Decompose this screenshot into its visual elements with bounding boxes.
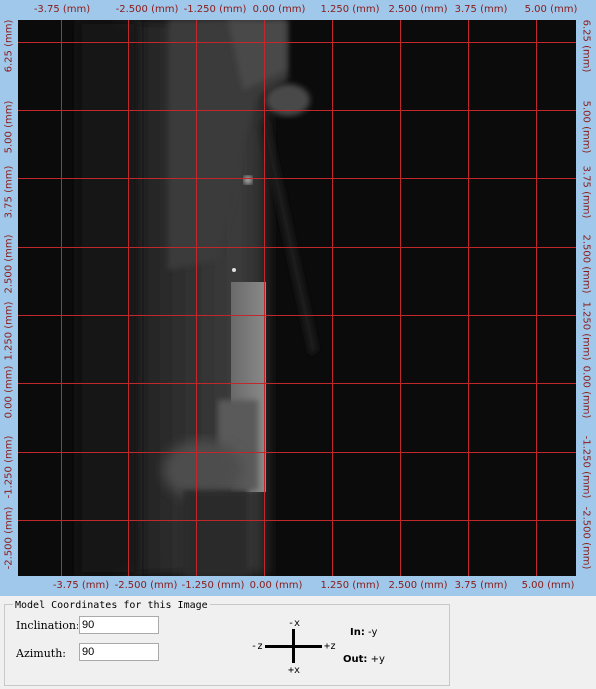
- grid-line: [264, 20, 265, 576]
- bottom-ruler: -3.75 (mm) -2.500 (mm) -1.250 (mm) 0.00 …: [0, 576, 596, 596]
- specimen-image: [18, 20, 576, 576]
- ruler-tick-label: -3.75 (mm): [52, 580, 110, 591]
- axis-top-label: -x: [288, 618, 301, 629]
- grid-line: [18, 42, 576, 43]
- grid-line: [468, 20, 469, 576]
- inclination-input[interactable]: [79, 616, 159, 634]
- grid-line: [332, 20, 333, 576]
- grid-line: [18, 110, 576, 111]
- ruler-tick-label: 3.75 (mm): [454, 580, 508, 591]
- ruler-tick-label: 6.25 (mm): [3, 19, 15, 73]
- ruler-tick-label: 0.00 (mm): [580, 365, 592, 419]
- ruler-tick-label: 5.00 (mm): [521, 580, 575, 591]
- in-value: -y: [368, 627, 378, 638]
- image-view[interactable]: [18, 20, 576, 576]
- grid-line: [196, 20, 197, 576]
- ruler-tick-label: 3.75 (mm): [454, 4, 508, 15]
- right-ruler: 6.25 (mm) 5.00 (mm) 3.75 (mm) 2.500 (mm)…: [576, 20, 596, 576]
- grid-line: [400, 20, 401, 576]
- ruler-tick-label: -2.500 (mm): [580, 506, 592, 570]
- ruler-tick-label: 2.500 (mm): [3, 234, 15, 294]
- ruler-tick-label: -3.75 (mm): [33, 4, 91, 15]
- ruler-tick-label: 5.00 (mm): [3, 100, 15, 154]
- ruler-tick-label: 2.500 (mm): [580, 234, 592, 294]
- ruler-tick-label: -1.250 (mm): [580, 435, 592, 499]
- ruler-tick-label: 3.75 (mm): [3, 165, 15, 219]
- left-ruler: 6.25 (mm) 5.00 (mm) 3.75 (mm) 2.500 (mm)…: [0, 20, 18, 576]
- ruler-tick-label: -1.250 (mm): [183, 4, 247, 15]
- grid-line: [18, 520, 576, 521]
- grid-line: [18, 452, 576, 453]
- axis-bottom-label: +x: [288, 665, 301, 676]
- ruler-tick-label: 0.00 (mm): [252, 4, 306, 15]
- grid-line: [128, 20, 129, 576]
- ruler-tick-label: 6.25 (mm): [580, 19, 592, 73]
- ruler-tick-label: -1.250 (mm): [181, 580, 245, 591]
- inclination-label: Inclination:: [16, 619, 78, 632]
- grid-line: [18, 178, 576, 179]
- ruler-tick-label: 5.00 (mm): [524, 4, 578, 15]
- axis-left-label: -z: [251, 641, 264, 652]
- axis-right-label: +z: [324, 641, 337, 652]
- ruler-tick-label: 1.250 (mm): [3, 301, 15, 361]
- panel-title: Model Coordinates for this Image: [13, 600, 210, 611]
- ruler-tick-label: 2.500 (mm): [388, 580, 448, 591]
- grid-line: [18, 247, 576, 248]
- top-ruler: -3.75 (mm) -2.500 (mm) -1.250 (mm) 0.00 …: [0, 0, 596, 20]
- out-value: +y: [370, 654, 385, 665]
- in-direction: In: -y: [350, 627, 377, 638]
- model-coordinates-panel: Model Coordinates for this Image Inclina…: [4, 600, 450, 686]
- grid-line: [18, 315, 576, 316]
- ruler-tick-label: -2.500 (mm): [3, 506, 15, 570]
- axis-orientation-indicator: -x +x -z +z: [251, 617, 347, 677]
- ruler-tick-label: 3.75 (mm): [580, 165, 592, 219]
- ruler-tick-label: -1.250 (mm): [3, 435, 15, 499]
- ruler-tick-label: 1.250 (mm): [320, 580, 380, 591]
- ruler-tick-label: 0.00 (mm): [249, 580, 303, 591]
- grid-line: [18, 383, 576, 384]
- grid-line: [536, 20, 537, 576]
- ruler-tick-label: 5.00 (mm): [580, 100, 592, 154]
- azimuth-label: Azimuth:: [16, 647, 66, 660]
- out-label: Out:: [343, 654, 368, 665]
- ruler-tick-label: -2.500 (mm): [115, 4, 179, 15]
- ruler-tick-label: 0.00 (mm): [3, 365, 15, 419]
- ruler-tick-label: 1.250 (mm): [580, 301, 592, 361]
- azimuth-input[interactable]: [79, 643, 159, 661]
- grid-line: [61, 20, 62, 576]
- in-label: In:: [350, 627, 365, 638]
- ruler-tick-label: -2.500 (mm): [114, 580, 178, 591]
- ruler-tick-label: 1.250 (mm): [320, 4, 380, 15]
- out-direction: Out: +y: [343, 654, 385, 665]
- ruler-tick-label: 2.500 (mm): [388, 4, 448, 15]
